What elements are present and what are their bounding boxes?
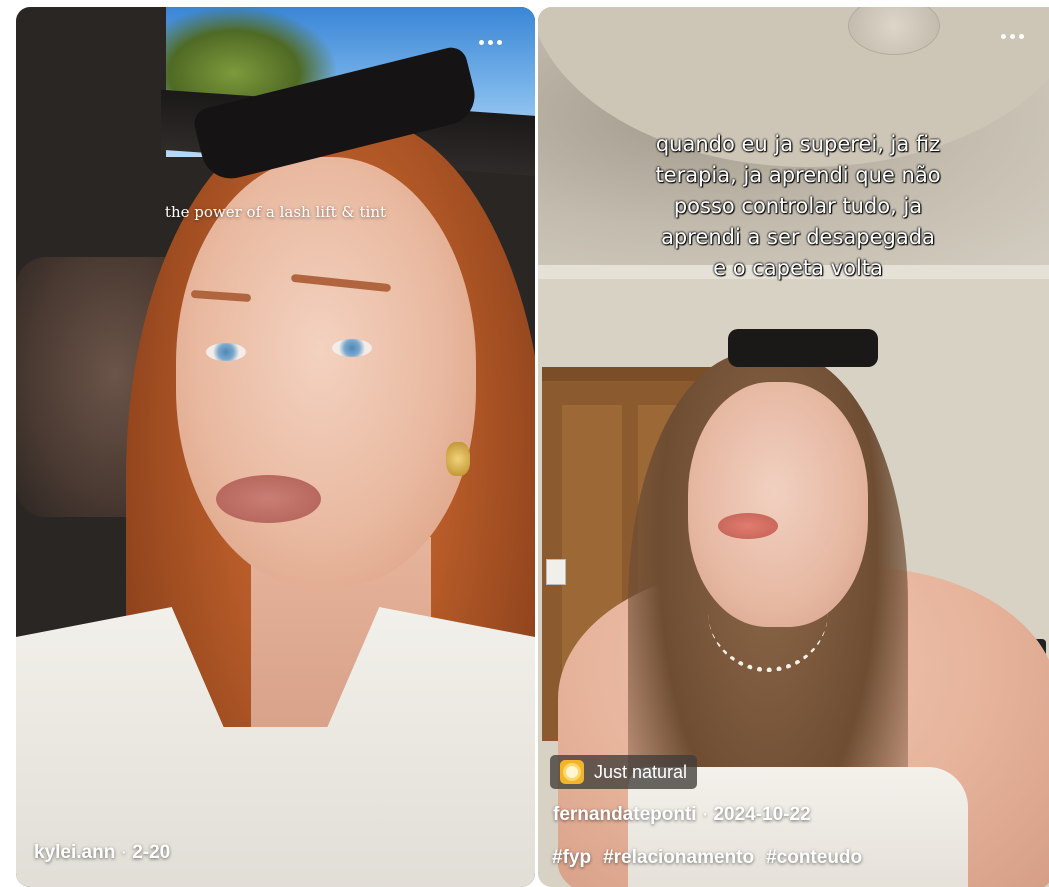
video-card-fernandateponti[interactable]: quando eu ja superei, ja fiz terapia, ja… <box>538 7 1049 887</box>
post-date: 2-20 <box>132 842 171 863</box>
post-date: 2024-10-22 <box>713 804 811 825</box>
hashtag-link[interactable]: #relacionamento <box>603 847 754 869</box>
hashtag-list: #fyp #relacionamento #conteudo <box>552 847 862 869</box>
video-overlay-text: the power of a lash lift & tint <box>164 203 387 221</box>
video-meta: fernandateponti · 2024-10-22 <box>553 804 811 825</box>
effect-badge-label: Just natural <box>594 761 688 782</box>
author-name[interactable]: kylei.ann <box>34 842 115 863</box>
video-meta: kylei.ann · 2-20 <box>34 842 171 863</box>
more-options-icon[interactable] <box>479 40 502 45</box>
hashtag-link[interactable]: #conteudo <box>766 847 862 869</box>
video-card-kylei[interactable]: the power of a lash lift & tint kylei.an… <box>16 7 535 887</box>
video-overlay-text: quando eu ja superei, ja fiz terapia, ja… <box>655 132 941 280</box>
more-options-icon[interactable] <box>1001 34 1024 39</box>
hashtag-link[interactable]: #fyp <box>552 847 591 869</box>
effect-badge[interactable]: Just natural <box>550 755 698 789</box>
author-name[interactable]: fernandateponti <box>553 804 697 825</box>
sparkle-icon <box>560 760 584 784</box>
